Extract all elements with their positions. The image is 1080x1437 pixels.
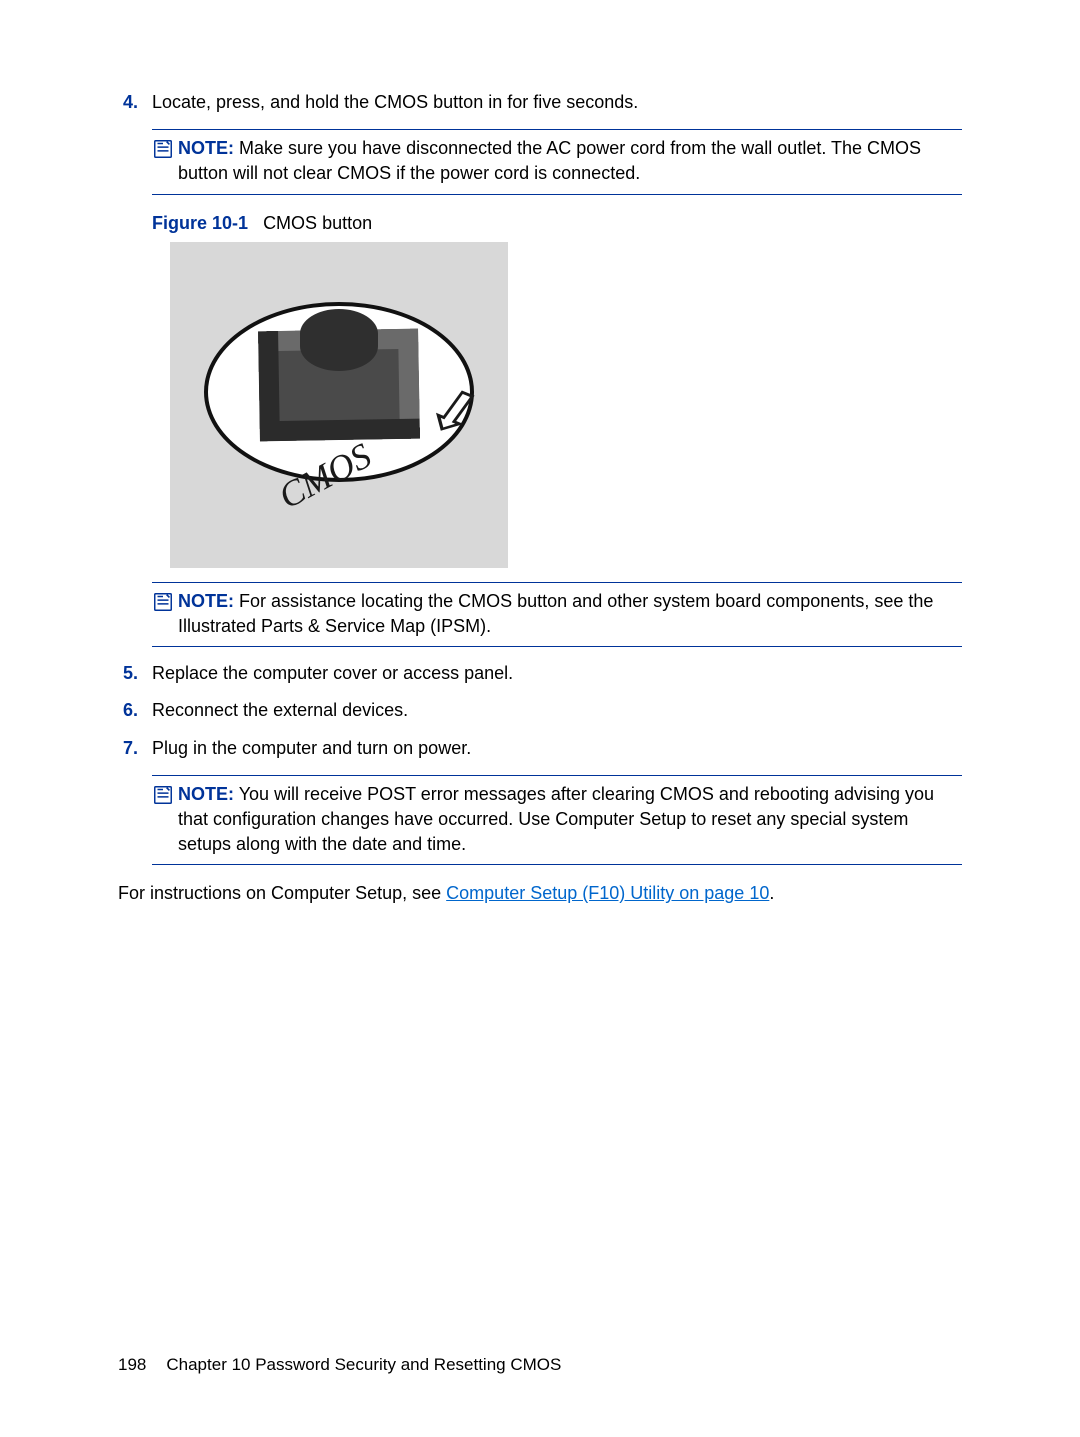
step-6: 6. Reconnect the external devices. bbox=[118, 698, 962, 723]
note-text-3: NOTE: You will receive POST error messag… bbox=[178, 782, 962, 858]
step-text: Plug in the computer and turn on power. bbox=[152, 736, 962, 761]
note-box-2: NOTE: For assistance locating the CMOS b… bbox=[152, 582, 962, 647]
chapter-title: Chapter 10 Password Security and Resetti… bbox=[166, 1353, 561, 1377]
final-pre: For instructions on Computer Setup, see bbox=[118, 883, 446, 903]
computer-setup-link[interactable]: Computer Setup (F10) Utility on page 10 bbox=[446, 883, 769, 903]
figure-button-cap bbox=[300, 309, 378, 371]
figure-number: Figure 10-1 bbox=[152, 213, 248, 233]
final-paragraph: For instructions on Computer Setup, see … bbox=[118, 881, 962, 906]
step-4: 4. Locate, press, and hold the CMOS butt… bbox=[118, 90, 962, 115]
note-label: NOTE: bbox=[178, 138, 234, 158]
note-body: Make sure you have disconnected the AC p… bbox=[178, 138, 921, 183]
note-icon bbox=[152, 589, 178, 620]
step-number: 7. bbox=[118, 736, 152, 761]
step-number: 6. bbox=[118, 698, 152, 723]
step-5: 5. Replace the computer cover or access … bbox=[118, 661, 962, 686]
note-icon bbox=[152, 782, 178, 813]
step-number: 4. bbox=[118, 90, 152, 115]
note-label: NOTE: bbox=[178, 591, 234, 611]
page-content: 4. Locate, press, and hold the CMOS butt… bbox=[0, 0, 1080, 906]
note-body: For assistance locating the CMOS button … bbox=[178, 591, 933, 636]
page-footer: 198 Chapter 10 Password Security and Res… bbox=[118, 1353, 962, 1377]
page-number: 198 bbox=[118, 1353, 146, 1377]
note-box-1: NOTE: Make sure you have disconnected th… bbox=[152, 129, 962, 194]
step-7: 7. Plug in the computer and turn on powe… bbox=[118, 736, 962, 761]
step-number: 5. bbox=[118, 661, 152, 686]
step-text: Replace the computer cover or access pan… bbox=[152, 661, 962, 686]
figure-image-cmos-button: CMOS ⇩ bbox=[170, 242, 508, 568]
note-label: NOTE: bbox=[178, 784, 234, 804]
step-text: Reconnect the external devices. bbox=[152, 698, 962, 723]
step-text: Locate, press, and hold the CMOS button … bbox=[152, 90, 962, 115]
note-box-3: NOTE: You will receive POST error messag… bbox=[152, 775, 962, 866]
note-text-1: NOTE: Make sure you have disconnected th… bbox=[178, 136, 962, 186]
figure-caption: Figure 10-1 CMOS button bbox=[152, 211, 962, 236]
figure-title bbox=[253, 213, 263, 233]
note-text-2: NOTE: For assistance locating the CMOS b… bbox=[178, 589, 962, 639]
final-post: . bbox=[769, 883, 774, 903]
note-icon bbox=[152, 136, 178, 167]
note-body: You will receive POST error messages aft… bbox=[178, 784, 934, 854]
figure-title-text: CMOS button bbox=[263, 213, 372, 233]
